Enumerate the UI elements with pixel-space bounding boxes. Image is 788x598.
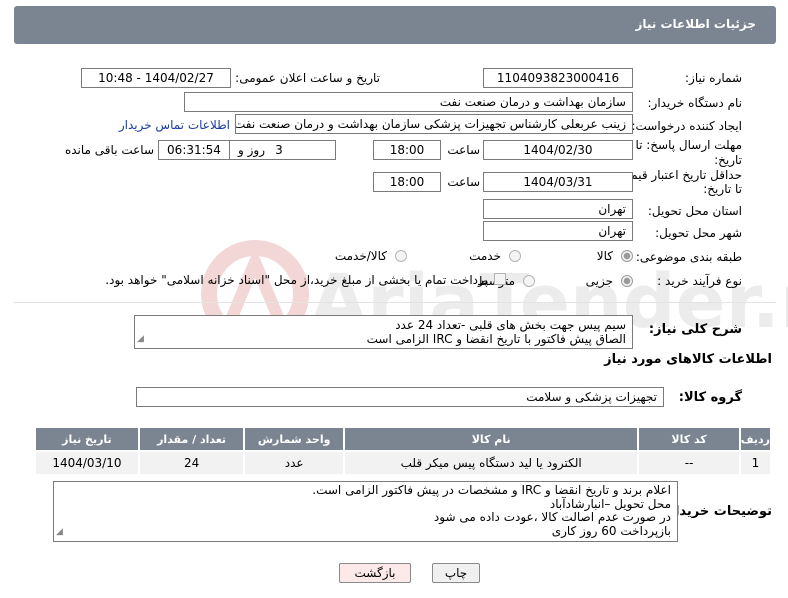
buyer-contact-link[interactable]: اطلاعات تماس خریدار	[119, 118, 230, 132]
process-option-minor: جزیی	[585, 274, 613, 288]
buyer-notes-textarea[interactable]: اعلام برند و تاریخ انقضا و IRC و مشخصات …	[53, 481, 678, 542]
col-row-header: ردیف	[738, 426, 773, 452]
price-validity-time-field: 18:00	[373, 172, 441, 192]
table-row: 1 -- الکترود یا لید دستگاه پیس میکر قلب …	[34, 450, 773, 476]
need-number-field: 1104093823000416	[483, 68, 633, 88]
announce-date-label: تاریخ و ساعت اعلان عمومی:	[235, 71, 380, 85]
col-name-header: نام کالا	[342, 426, 640, 452]
cell-row: 1	[738, 450, 773, 476]
print-button[interactable]: چاپ	[432, 563, 480, 583]
col-code-header: کد کالا	[637, 426, 741, 452]
col-date-header: تاریخ نیاز	[34, 426, 140, 452]
cell-code: --	[637, 450, 741, 476]
buyer-notes-line-1: اعلام برند و تاریخ انقضا و IRC و مشخصات …	[312, 483, 671, 497]
price-validity-label-line2: تا تاریخ:	[703, 182, 742, 196]
cell-name: الکترود یا لید دستگاه پیس میکر قلب	[342, 450, 640, 476]
announce-date-field: 1404/02/27 - 10:48	[81, 68, 231, 88]
requester-field: زینب عربعلی کارشناس تجهیزات پزشکی سازمان…	[235, 114, 633, 134]
summary-label: شرح کلی نیاز:	[648, 322, 742, 337]
price-validity-time-label: ساعت	[447, 175, 480, 189]
treasury-payment-checkbox[interactable]	[494, 273, 506, 285]
buyer-notes-label: توضیحات خریدار:	[662, 504, 772, 519]
city-label: شهر محل تحویل:	[655, 226, 742, 240]
price-validity-label-line1: حداقل تاریخ اعتبار قیمت:	[615, 168, 742, 182]
goods-group-label: گروه کالا:	[678, 390, 742, 405]
cell-qty: 24	[137, 450, 246, 476]
process-label: نوع فرآیند خرید :	[657, 274, 742, 288]
goods-table: ردیف کد کالا نام کالا واحد شمارش تعداد /…	[34, 426, 773, 476]
summary-line-1: سیم پیس جهت بخش های قلبی -تعداد 24 عدد	[395, 318, 626, 332]
category-radio-goods[interactable]	[621, 250, 633, 262]
need-number-label: شماره نیاز:	[685, 71, 742, 85]
province-label: استان محل تحویل:	[647, 204, 742, 218]
page-title: جزئیات اطلاعات نیاز	[635, 17, 756, 31]
resize-grip-icon[interactable]: ◢	[137, 332, 144, 346]
process-radio-medium[interactable]	[523, 275, 535, 287]
requester-label: ایجاد کننده درخواست:	[631, 119, 742, 133]
deadline-label-line1: مهلت ارسال پاسخ: تا	[635, 138, 742, 152]
buyer-notes-line-3: در صورت عدم اصالت کالا ،عودت داده می شود	[433, 510, 671, 524]
goods-table-header-row: ردیف کد کالا نام کالا واحد شمارش تعداد /…	[34, 426, 773, 452]
summary-textarea[interactable]: سیم پیس جهت بخش های قلبی -تعداد 24 عدد ا…	[134, 315, 633, 349]
col-qty-header: تعداد / مقدار	[137, 426, 246, 452]
cell-date: 1404/03/10	[34, 450, 140, 476]
buyer-notes-line-4: بازپرداخت 60 روز کاری	[551, 523, 671, 538]
summary-line-2: الصاق پیش فاکتور با تاریخ انقضا و IRC ال…	[366, 332, 626, 346]
deadline-time-label: ساعت	[447, 143, 480, 157]
col-unit-header: واحد شمارش	[243, 426, 345, 452]
deadline-days-label: روز و	[238, 143, 265, 157]
city-field: تهران	[483, 221, 633, 241]
category-option-service: خدمت	[469, 249, 501, 263]
buyer-org-label: نام دستگاه خریدار:	[647, 96, 743, 110]
remaining-time-field: 06:31:54	[158, 140, 230, 160]
back-button[interactable]: بازگشت	[339, 563, 411, 583]
remaining-time-label: ساعت باقی مانده	[64, 143, 154, 157]
goods-info-title: اطلاعات کالاهای مورد نیاز	[604, 352, 772, 367]
deadline-time-field: 18:00	[373, 140, 441, 160]
resize-grip-icon[interactable]: ◢	[56, 526, 63, 540]
province-field: تهران	[483, 199, 633, 219]
deadline-date-field: 1404/02/30	[483, 140, 633, 160]
price-validity-date-field: 1404/03/31	[483, 172, 633, 192]
category-radio-service[interactable]	[509, 250, 521, 262]
category-option-goods: کالا	[596, 249, 613, 263]
buyer-notes-line-2: محل تحویل –انبارشادآباد	[549, 496, 671, 511]
goods-group-field: تجهیزات پزشکی و سلامت	[136, 387, 664, 407]
page-header: جزئیات اطلاعات نیاز	[14, 6, 776, 44]
category-radio-goods-service[interactable]	[395, 250, 407, 262]
treasury-payment-note: پرداخت تمام یا بخشی از مبلغ خرید،از محل …	[105, 273, 488, 287]
deadline-label-line2: تاریخ:	[714, 153, 742, 167]
buyer-org-field: سازمان بهداشت و درمان صنعت نفت	[184, 92, 633, 112]
category-label: طبقه بندی موضوعی:	[635, 250, 742, 264]
cell-unit: عدد	[243, 450, 345, 476]
process-radio-minor[interactable]	[621, 275, 633, 287]
category-option-goods-service: کالا/خدمت	[334, 249, 387, 263]
